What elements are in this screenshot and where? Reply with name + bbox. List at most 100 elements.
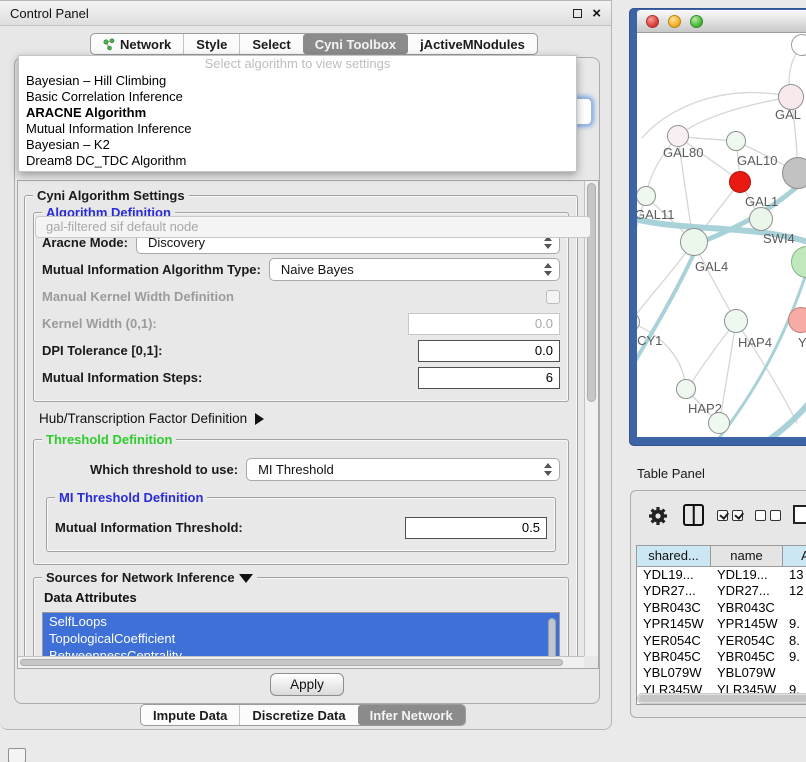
kernel-width-label: Kernel Width (0,1): bbox=[42, 316, 400, 331]
cyni-bottom-tabbar: Impute Data Discretize DataInfer Network bbox=[140, 704, 466, 726]
table-cell: YBR045C bbox=[637, 649, 711, 665]
network-node-hap2[interactable] bbox=[676, 379, 696, 399]
node-label: GAL bbox=[775, 107, 801, 122]
network-node[interactable] bbox=[791, 34, 806, 56]
network-node-gal11[interactable] bbox=[637, 186, 656, 206]
column-header[interactable]: A bbox=[783, 546, 806, 567]
node-label: GAL11 bbox=[637, 207, 675, 222]
table-row[interactable]: YDL19...YDL19...13 bbox=[637, 567, 806, 583]
attributes-scrollbar[interactable] bbox=[548, 618, 556, 656]
zoom-traffic-light-icon[interactable] bbox=[690, 15, 703, 28]
table-row[interactable]: YER054CYER054C8. bbox=[637, 633, 806, 649]
tab-infer-network[interactable]: Infer Network bbox=[358, 705, 465, 725]
tab-label: Network bbox=[120, 37, 171, 52]
table-cell: YDL19... bbox=[637, 567, 711, 583]
algorithm-option[interactable]: Bayesian – K2 bbox=[19, 137, 576, 153]
table-cell: YBR043C bbox=[711, 600, 783, 616]
mi-algorithm-type-combo[interactable]: Naive Bayes bbox=[269, 258, 560, 281]
network-selector-combo[interactable]: gal-filtered sif default node bbox=[35, 216, 591, 238]
table-cell: 9. bbox=[783, 649, 806, 665]
node-table: shared...nameA YDL19...YDL19...13YDR27..… bbox=[636, 545, 806, 705]
tab-label: Style bbox=[196, 37, 227, 52]
table-row[interactable]: YPR145WYPR145W9. bbox=[637, 616, 806, 632]
node-label: HAP4 bbox=[738, 335, 772, 350]
network-canvas[interactable]: GALGAL80GAL10GAL1GAL11SWI4GAL4GCY1HAP4YH… bbox=[637, 33, 806, 437]
apply-button[interactable]: Apply bbox=[270, 673, 344, 696]
hub-definition-expander[interactable]: Hub/Transcription Factor Definition bbox=[39, 411, 569, 426]
network-view-window: GALGAL80GAL10GAL1GAL11SWI4GAL4GCY1HAP4YH… bbox=[629, 8, 806, 446]
minimize-traffic-light-icon[interactable] bbox=[668, 15, 681, 28]
float-window-icon[interactable] bbox=[573, 9, 582, 18]
table-cell: 9. bbox=[783, 616, 806, 632]
threshold-definition-title: Threshold Definition bbox=[42, 432, 176, 447]
attribute-item[interactable]: TopologicalCoefficient bbox=[43, 630, 559, 647]
kernel-width-field bbox=[408, 313, 560, 335]
table-row[interactable]: YDR27...YDR27...12 bbox=[637, 583, 806, 599]
control-panel-window: Control Panel × Network Style Select Cyni T… bbox=[0, 0, 612, 730]
network-node-gal4[interactable] bbox=[680, 228, 708, 256]
tab-network[interactable]: Network bbox=[91, 34, 183, 54]
mi-threshold-field[interactable] bbox=[405, 517, 547, 539]
network-node-gal80[interactable] bbox=[667, 125, 689, 147]
table-row[interactable]: YBL079WYBL079W bbox=[637, 665, 806, 681]
threshold-definition-group: Threshold Definition Which threshold to … bbox=[33, 439, 569, 565]
algorithm-option[interactable]: Mutual Information Inference bbox=[19, 121, 576, 137]
table-cell: YBR043C bbox=[637, 600, 711, 616]
algorithm-option[interactable]: Bayesian – Hill Climbing bbox=[19, 73, 576, 89]
mi-steps-field[interactable] bbox=[418, 367, 560, 389]
tab-select[interactable]: Select bbox=[239, 34, 302, 54]
tab-label: Impute Data bbox=[153, 708, 227, 723]
network-node-gal1[interactable] bbox=[729, 171, 751, 193]
node-label: Y bbox=[798, 335, 806, 350]
unselect-all-columns-icon[interactable] bbox=[755, 510, 781, 521]
attribute-item[interactable]: BetweennessCentrality bbox=[43, 647, 559, 656]
minimized-panel-icon[interactable] bbox=[8, 748, 26, 762]
settings-vertical-scrollbar[interactable] bbox=[584, 181, 598, 656]
hub-definition-label: Hub/Transcription Factor Definition bbox=[39, 411, 247, 426]
network-node-gal10[interactable] bbox=[726, 131, 746, 151]
node-label: GAL10 bbox=[737, 153, 777, 168]
algorithm-option[interactable]: Basic Correlation Inference bbox=[19, 89, 576, 105]
node-label: SWI4 bbox=[763, 231, 795, 246]
tab-discretize-data[interactable]: Discretize Data bbox=[239, 705, 357, 725]
table-row[interactable]: YBR043CYBR043C bbox=[637, 600, 806, 616]
close-window-icon[interactable]: × bbox=[592, 8, 601, 19]
which-threshold-combo[interactable]: MI Threshold bbox=[246, 458, 560, 481]
dpi-tolerance-field[interactable] bbox=[418, 340, 560, 362]
tab-style[interactable]: Style bbox=[183, 34, 239, 54]
attribute-item[interactable]: SelfLoops bbox=[43, 613, 559, 630]
tab-jactivemnodules[interactable]: jActiveMNodules bbox=[408, 34, 537, 54]
node-label: GAL4 bbox=[695, 259, 728, 274]
new-table-icon[interactable] bbox=[793, 505, 806, 524]
mi-threshold-label: Mutual Information Threshold: bbox=[55, 520, 397, 535]
collapse-down-icon[interactable] bbox=[239, 574, 253, 583]
cyni-algorithm-settings-group: Cyni Algorithm Settings Algorithm Defini… bbox=[24, 195, 578, 656]
tab-impute-data[interactable]: Impute Data bbox=[141, 705, 239, 725]
network-node-swi4[interactable] bbox=[749, 207, 773, 231]
select-all-columns-icon[interactable] bbox=[717, 510, 743, 521]
expand-right-icon bbox=[255, 413, 264, 425]
algorithm-option[interactable]: Dream8 DC_TDC Algorithm bbox=[19, 153, 576, 169]
tab-cyni-toolbox[interactable]: Cyni Toolbox bbox=[303, 34, 408, 54]
settings-horizontal-scrollbar[interactable] bbox=[18, 656, 584, 668]
network-node[interactable] bbox=[782, 157, 806, 189]
control-panel-titlebar: Control Panel × bbox=[0, 1, 611, 26]
algorithm-option[interactable]: ARACNE Algorithm bbox=[19, 105, 576, 121]
tab-label: Cyni Toolbox bbox=[315, 37, 396, 52]
table-horizontal-scrollbar[interactable] bbox=[637, 693, 806, 704]
column-header[interactable]: shared... bbox=[637, 546, 711, 567]
column-header[interactable]: name bbox=[711, 546, 783, 567]
close-traffic-light-icon[interactable] bbox=[646, 15, 659, 28]
algorithm-dropdown-popup: Select algorithm to view settings Bayesi… bbox=[18, 55, 577, 172]
table-cell bbox=[783, 600, 806, 616]
table-cell: YBL079W bbox=[637, 665, 711, 681]
network-window-titlebar bbox=[637, 10, 806, 33]
table-row[interactable]: YBR045CYBR045C9. bbox=[637, 649, 806, 665]
gear-icon[interactable] bbox=[647, 505, 669, 527]
network-node[interactable] bbox=[708, 412, 730, 434]
control-panel-title: Control Panel bbox=[10, 6, 573, 21]
which-threshold-value: MI Threshold bbox=[258, 462, 334, 477]
algorithm-definition-group: Algorithm Definition Aracne Mode: Discov… bbox=[33, 212, 569, 402]
split-columns-icon[interactable] bbox=[683, 504, 704, 526]
network-node-hap4[interactable] bbox=[724, 309, 748, 333]
